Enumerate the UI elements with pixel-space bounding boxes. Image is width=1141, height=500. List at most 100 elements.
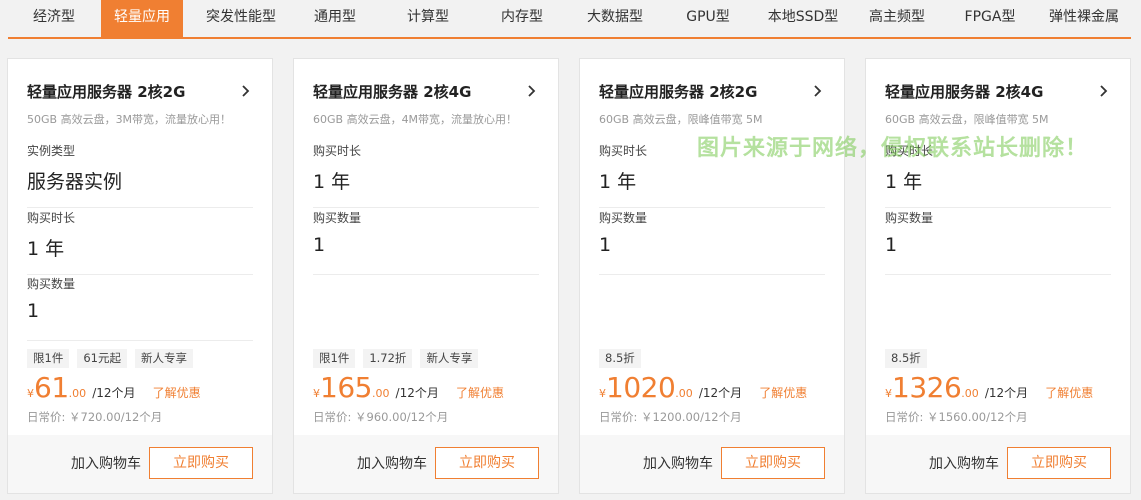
field-quantity: 购买数量 1	[599, 209, 825, 275]
product-card: 轻量应用服务器 2核4G 60GB 高效云盘，限峰值带宽 5M 购买时长 1 年…	[865, 58, 1131, 494]
chevron-right-icon[interactable]	[527, 84, 537, 98]
field-label: 购买数量	[313, 211, 362, 225]
currency-symbol: ¥	[27, 387, 34, 400]
product-card: 轻量应用服务器 2核4G 60GB 高效云盘，4M带宽，流量放心用！ 购买时长 …	[293, 58, 559, 494]
field-duration: 购买时长 1 年	[27, 209, 253, 275]
promo-link[interactable]: 了解优惠	[759, 386, 807, 400]
field-quantity: 购买数量 1	[27, 275, 253, 341]
field-quantity: 购买数量 1	[313, 209, 539, 275]
limit-tag: 限1件	[27, 349, 70, 368]
chevron-right-icon[interactable]	[813, 84, 823, 98]
tag-list: 8.5折	[885, 349, 927, 368]
tab-big-data[interactable]: 大数据型	[569, 0, 661, 37]
tab-bare-metal[interactable]: 弹性裸金属	[1037, 0, 1131, 37]
limit-tag: 限1件	[313, 349, 356, 368]
tab-economy[interactable]: 经济型	[8, 0, 100, 37]
price: ¥165.00 /12个月 了解优惠	[313, 371, 504, 405]
price: ¥1020.00 /12个月 了解优惠	[599, 371, 807, 405]
tag-list: 限1件 61元起 新人专享	[27, 349, 193, 368]
newcomer-tag: 新人专享	[134, 349, 193, 368]
price-integer: 1020	[606, 371, 676, 404]
price-decimal: .00	[371, 387, 390, 400]
discount-tag: 8.5折	[885, 349, 927, 368]
tab-high-frequency[interactable]: 高主频型	[851, 0, 943, 37]
field-label: 实例类型	[27, 144, 76, 158]
price-decimal: .00	[961, 387, 979, 400]
card-header[interactable]: 轻量应用服务器 2核4G 60GB 高效云盘，限峰值带宽 5M	[885, 81, 1111, 127]
field-quantity: 购买数量 1	[885, 209, 1111, 275]
field-value[interactable]: 1	[27, 300, 253, 322]
tab-burstable[interactable]: 突发性能型	[193, 0, 289, 37]
card-subtitle: 50GB 高效云盘，3M带宽，流量放心用！	[27, 113, 232, 126]
tab-general-purpose[interactable]: 通用型	[289, 0, 381, 37]
promo-link[interactable]: 了解优惠	[456, 386, 504, 400]
promo-link[interactable]: 了解优惠	[1045, 386, 1093, 400]
field-value[interactable]: 服务器实例	[27, 167, 253, 194]
tab-memory[interactable]: 内存型	[475, 0, 569, 37]
field-value[interactable]: 1	[599, 234, 825, 256]
field-value[interactable]: 1	[313, 234, 539, 256]
tab-gpu[interactable]: GPU型	[661, 0, 755, 37]
buy-now-button[interactable]: 立即购买	[435, 447, 539, 479]
card-header[interactable]: 轻量应用服务器 2核2G 60GB 高效云盘，限峰值带宽 5M	[599, 81, 825, 127]
field-value[interactable]: 1	[885, 234, 1111, 256]
field-instance-type: 实例类型 服务器实例	[27, 142, 253, 208]
tab-lightweight-app[interactable]: 轻量应用	[101, 0, 183, 37]
card-title: 轻量应用服务器 2核4G	[885, 83, 1044, 101]
field-label: 购买时长	[313, 144, 362, 158]
price-period: /12个月	[698, 386, 743, 400]
price-integer: 1326	[892, 371, 962, 404]
price-period: /12个月	[92, 386, 136, 400]
promo-link[interactable]: 了解优惠	[153, 386, 201, 400]
product-tab-bar: 经济型 轻量应用 突发性能型 通用型 计算型 内存型 大数据型 GPU型 本地S…	[0, 0, 1141, 40]
add-to-cart-button[interactable]: 加入购物车	[357, 448, 427, 480]
product-card: 轻量应用服务器 2核2G 50GB 高效云盘，3M带宽，流量放心用！ 实例类型 …	[7, 58, 273, 494]
daily-price: 日常价: ￥1200.00/12个月	[599, 410, 742, 424]
chevron-right-icon[interactable]	[1099, 84, 1109, 98]
card-footer: 加入购物车 立即购买	[294, 435, 558, 493]
field-value[interactable]: 1 年	[27, 234, 253, 261]
field-value[interactable]: 1 年	[885, 167, 1111, 194]
card-footer: 加入购物车 立即购买	[8, 435, 272, 493]
card-title: 轻量应用服务器 2核2G	[599, 83, 758, 101]
field-label: 购买数量	[599, 211, 648, 225]
tag-list: 限1件 1.72折 新人专享	[313, 349, 479, 368]
chevron-right-icon[interactable]	[241, 84, 251, 98]
buy-now-button[interactable]: 立即购买	[149, 447, 253, 479]
tab-local-ssd[interactable]: 本地SSD型	[755, 0, 851, 37]
price-period: /12个月	[395, 386, 439, 400]
card-subtitle: 60GB 高效云盘，4M带宽，流量放心用！	[313, 113, 518, 126]
price: ¥1326.00 /12个月 了解优惠	[885, 371, 1093, 405]
add-to-cart-button[interactable]: 加入购物车	[71, 448, 141, 480]
daily-price: 日常价: ￥720.00/12个月	[27, 410, 163, 424]
field-value[interactable]: 1 年	[599, 167, 825, 194]
discount-tag: 8.5折	[599, 349, 641, 368]
tab-fpga[interactable]: FPGA型	[943, 0, 1037, 37]
add-to-cart-button[interactable]: 加入购物车	[643, 448, 713, 480]
field-label: 购买数量	[885, 211, 934, 225]
card-title: 轻量应用服务器 2核2G	[27, 83, 186, 101]
card-footer: 加入购物车 立即购买	[580, 435, 844, 493]
field-label: 购买数量	[27, 277, 76, 291]
field-duration: 购买时长 1 年	[885, 142, 1111, 208]
card-header[interactable]: 轻量应用服务器 2核4G 60GB 高效云盘，4M带宽，流量放心用！	[313, 81, 539, 127]
card-header[interactable]: 轻量应用服务器 2核2G 50GB 高效云盘，3M带宽，流量放心用！	[27, 81, 253, 127]
field-duration: 购买时长 1 年	[313, 142, 539, 208]
currency-symbol: ¥	[599, 387, 606, 400]
field-value[interactable]: 1 年	[313, 167, 539, 194]
tab-compute[interactable]: 计算型	[381, 0, 475, 37]
tag-list: 8.5折	[599, 349, 641, 368]
discount-tag: 61元起	[77, 349, 127, 368]
buy-now-button[interactable]: 立即购买	[721, 447, 825, 479]
currency-symbol: ¥	[313, 387, 320, 400]
tab-underline	[8, 37, 1131, 39]
currency-symbol: ¥	[885, 387, 892, 400]
field-label: 购买时长	[885, 144, 934, 158]
field-label: 购买时长	[27, 211, 76, 225]
card-subtitle: 60GB 高效云盘，限峰值带宽 5M	[599, 113, 763, 126]
buy-now-button[interactable]: 立即购买	[1007, 447, 1111, 479]
price-decimal: .00	[68, 387, 87, 400]
add-to-cart-button[interactable]: 加入购物车	[929, 448, 999, 480]
product-card: 轻量应用服务器 2核2G 60GB 高效云盘，限峰值带宽 5M 购买时长 1 年…	[579, 58, 845, 494]
field-label: 购买时长	[599, 144, 648, 158]
